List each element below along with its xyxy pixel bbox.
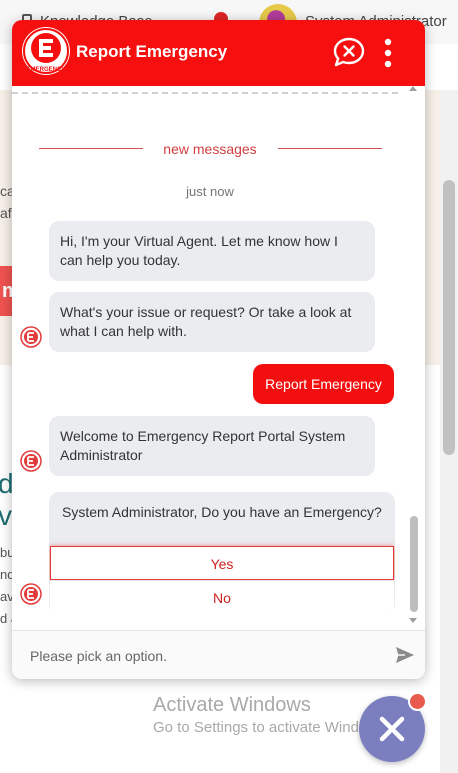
- chat-title: Report Emergency: [76, 42, 228, 61]
- scroll-down-arrow-icon[interactable]: [409, 618, 417, 623]
- divider-line: [39, 148, 143, 149]
- message-list[interactable]: new messages just now Hi, I'm your Virtu…: [12, 86, 425, 630]
- emergency-logo: EMERGENCY: [22, 27, 70, 75]
- divider-line: [278, 148, 382, 149]
- chat-header: EMERGENCY Report Emergency: [12, 20, 425, 86]
- message-scrollbar-thumb[interactable]: [410, 516, 418, 612]
- more-vertical-icon[interactable]: [382, 37, 394, 74]
- agent-avatar-icon: [20, 450, 42, 472]
- close-icon: [379, 716, 405, 742]
- agent-message: Welcome to Emergency Report Portal Syste…: [49, 416, 375, 476]
- user-message: Report Emergency: [253, 364, 394, 404]
- picker-prompt: System Administrator, Do you have an Eme…: [62, 504, 382, 520]
- agent-message: What's your issue or request? Or take a …: [49, 292, 375, 352]
- page-scrollbar-thumb[interactable]: [443, 180, 455, 455]
- timestamp: just now: [186, 184, 234, 199]
- notification-badge: [408, 692, 427, 711]
- background-heading-fragment: v: [0, 500, 12, 531]
- option-no-button[interactable]: No: [50, 580, 394, 614]
- message-input[interactable]: [28, 643, 382, 669]
- logo-text: EMERGENCY: [27, 67, 66, 73]
- windows-activation-subtitle: Go to Settings to activate Windows.: [153, 719, 390, 736]
- end-chat-icon[interactable]: [333, 37, 365, 72]
- send-icon[interactable]: [395, 646, 415, 669]
- dashed-separator: [12, 92, 398, 94]
- new-messages-label: new messages: [163, 141, 257, 157]
- composer: [12, 630, 425, 679]
- chat-widget: EMERGENCY Report Emergency new messages …: [12, 20, 425, 679]
- agent-message: Hi, I'm your Virtual Agent. Let me know …: [49, 221, 375, 281]
- agent-avatar-icon: [20, 583, 42, 605]
- scroll-up-arrow-icon[interactable]: [409, 86, 417, 91]
- windows-activation-title: Activate Windows: [153, 694, 311, 716]
- option-picker: System Administrator, Do you have an Eme…: [49, 492, 395, 614]
- agent-avatar-icon: [20, 326, 42, 348]
- option-yes-button[interactable]: Yes: [50, 546, 394, 580]
